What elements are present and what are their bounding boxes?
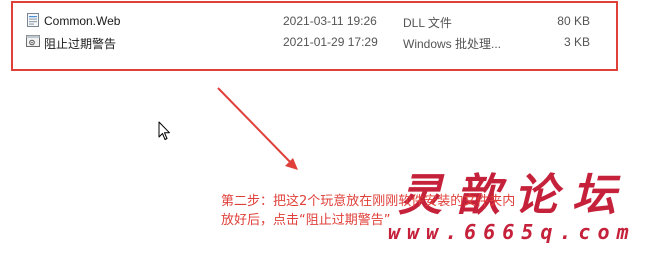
annotation-text: 第二步：把这2个玩意放在刚刚软件安装的文件夹内 放好后，点击“阻止过期警告” [221,192,561,230]
mouse-cursor-icon [158,121,170,140]
annotation-line-2: 放好后，点击“阻止过期警告” [221,213,391,228]
annotation-line-1: 第二步：把这2个玩意放在刚刚软件安装的文件夹内 [221,194,516,209]
explorer-screenshot: Common.Web 2021-03-11 19:26 DLL 文件 80 KB… [0,0,671,256]
